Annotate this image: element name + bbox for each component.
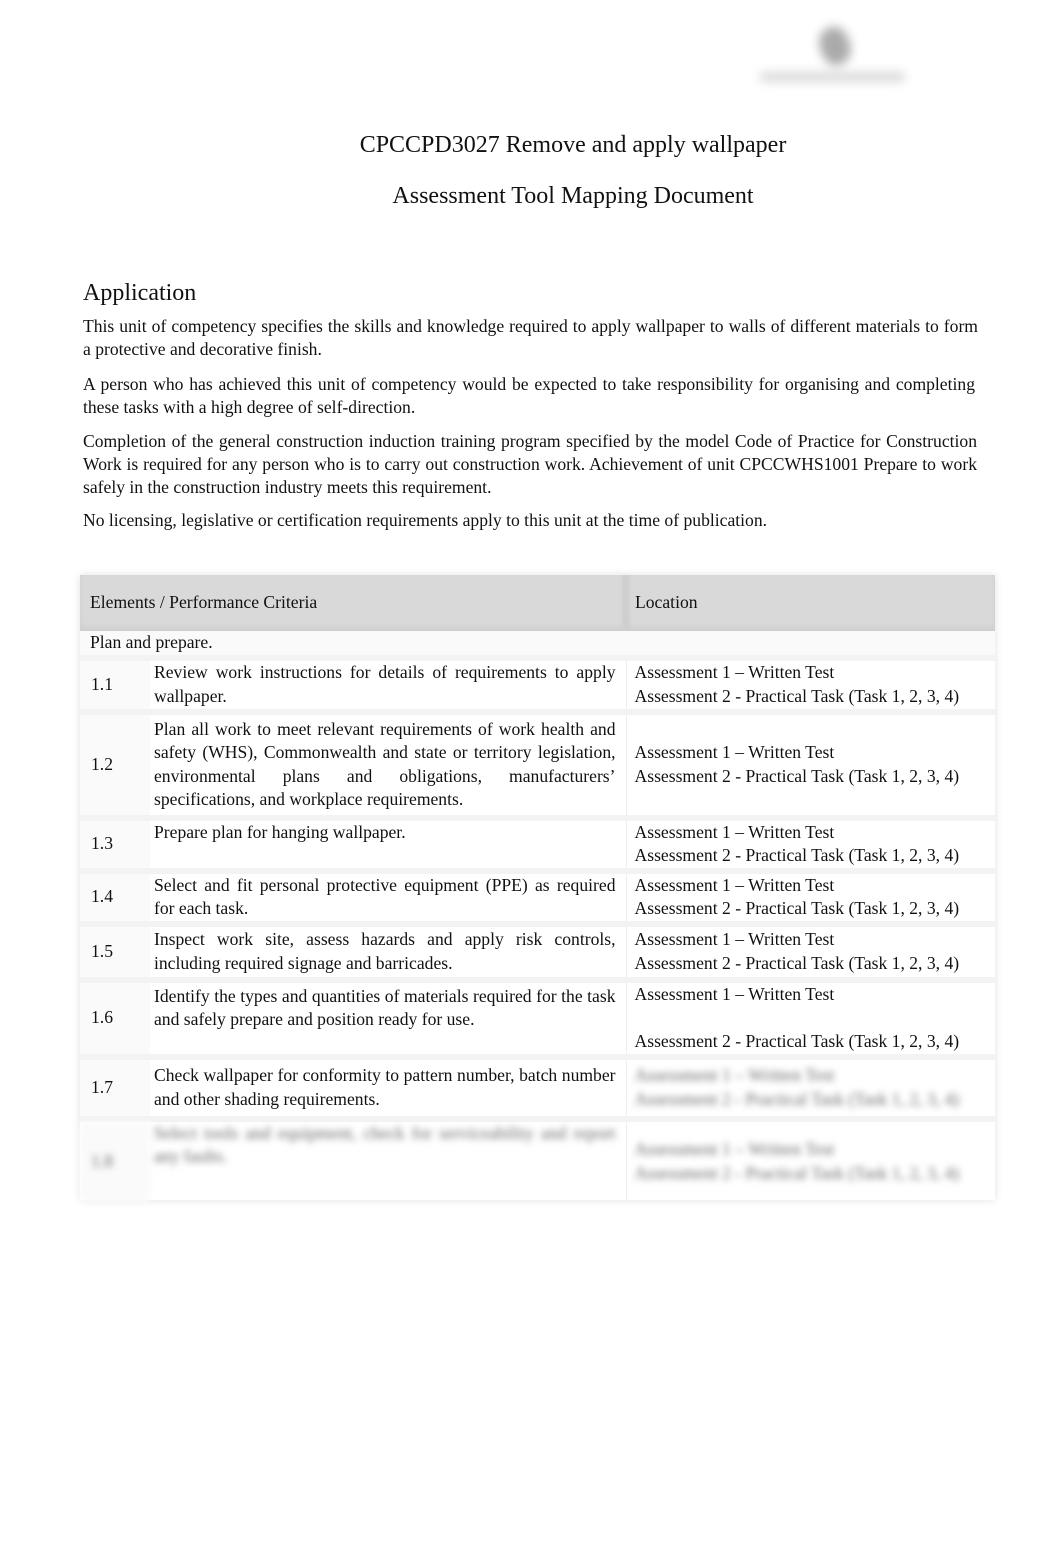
criteria-description: Check wallpaper for conformity to patter… bbox=[150, 1053, 627, 1119]
logo-mark bbox=[813, 22, 857, 70]
section-title: Plan and prepare. bbox=[80, 631, 996, 658]
location-practical-task: Assessment 2 - Practical Task (Task 1, 2… bbox=[634, 952, 960, 973]
header-elements-criteria: Elements / Performance Criteria bbox=[80, 575, 627, 631]
criteria-location: Assessment 1 – Written Test Assessment 2… bbox=[625, 814, 996, 871]
criteria-location: Assessment 1 – Written Test Assessment 2… bbox=[625, 708, 996, 818]
criteria-description: Plan all work to meet relevant requireme… bbox=[150, 708, 627, 818]
location-written-test: Assessment 1 – Written Test bbox=[634, 929, 835, 949]
criteria-number: 1.1 bbox=[80, 654, 150, 712]
application-paragraph: Completion of the general construction i… bbox=[83, 431, 977, 497]
header-location: Location bbox=[623, 575, 996, 631]
table-row: 1.1 Review work instructions for details… bbox=[80, 654, 996, 712]
table-row: 1.8 Select tools and equipment, check fo… bbox=[80, 1115, 996, 1202]
table-row: 1.3 Prepare plan for hanging wallpaper. … bbox=[80, 814, 996, 871]
table-row: 1.7 Check wallpaper for conformity to pa… bbox=[80, 1053, 996, 1119]
location-practical-task: Assessment 2 - Practical Task (Task 1, 2… bbox=[634, 898, 960, 918]
document-title: CPCCPD3027 Remove and apply wallpaper bbox=[359, 132, 787, 158]
application-paragraph: No licensing, legislative or certificati… bbox=[83, 510, 768, 530]
document-subtitle: Assessment Tool Mapping Document bbox=[392, 183, 754, 209]
table-row: 1.6 Identify the types and quantities of… bbox=[80, 976, 996, 1057]
organisation-logo-icon bbox=[755, 22, 910, 92]
criteria-number: 1.3 bbox=[80, 814, 150, 871]
application-paragraph: This unit of competency specifies the sk… bbox=[83, 316, 978, 359]
logo-wordmark bbox=[760, 72, 905, 82]
location-written-test: Assessment 1 – Written Test bbox=[634, 874, 835, 895]
application-heading: Application bbox=[83, 280, 197, 306]
criteria-number: 1.5 bbox=[80, 920, 150, 980]
criteria-number: 1.4 bbox=[80, 867, 150, 924]
criteria-location: Assessment 1 – Written Test Assessment 2… bbox=[625, 1115, 996, 1202]
table-row: 1.2 Plan all work to meet relevant requi… bbox=[80, 708, 996, 818]
table-row: 1.5 Inspect work site, assess hazards an… bbox=[80, 920, 996, 980]
criteria-number: 1.8 bbox=[80, 1115, 150, 1202]
location-written-test: Assessment 1 – Written Test bbox=[634, 662, 835, 682]
location-written-test: Assessment 1 – Written Test bbox=[634, 1065, 835, 1085]
table-row: 1.4 Select and fit personal protective e… bbox=[80, 867, 996, 924]
criteria-location: Assessment 1 – Written Test Assessment 2… bbox=[625, 654, 996, 712]
application-paragraph: A person who has achieved this unit of c… bbox=[83, 374, 975, 417]
location-practical-task: Assessment 2 - Practical Task (Task 1, 2… bbox=[634, 1088, 960, 1109]
criteria-number: 1.6 bbox=[80, 976, 150, 1057]
location-written-test: Assessment 1 – Written Test bbox=[634, 983, 835, 1004]
location-practical-task: Assessment 2 - Practical Task (Task 1, 2… bbox=[634, 765, 960, 786]
criteria-number: 1.2 bbox=[80, 708, 150, 818]
section-row: Plan and prepare. bbox=[80, 631, 996, 658]
location-practical-task: Assessment 2 - Practical Task (Task 1, 2… bbox=[634, 685, 960, 706]
location-written-test: Assessment 1 – Written Test bbox=[634, 821, 835, 842]
criteria-location: Assessment 1 – Written Test Assessment 2… bbox=[625, 920, 996, 980]
location-practical-task: Assessment 2 - Practical Task (Task 1, 2… bbox=[634, 1031, 960, 1051]
criteria-description: Select and fit personal protective equip… bbox=[150, 867, 627, 924]
criteria-description: Select tools and equipment, check for se… bbox=[150, 1115, 627, 1202]
criteria-number: 1.7 bbox=[80, 1053, 150, 1119]
criteria-location: Assessment 1 – Written Test Assessment 2… bbox=[625, 976, 996, 1057]
criteria-description: Review work instructions for details of … bbox=[150, 654, 627, 712]
location-practical-task: Assessment 2 - Practical Task (Task 1, 2… bbox=[634, 1162, 960, 1183]
criteria-description: Prepare plan for hanging wallpaper. bbox=[150, 814, 627, 871]
criteria-description: Identify the types and quantities of mat… bbox=[150, 976, 627, 1057]
criteria-location: Assessment 1 – Written Test Assessment 2… bbox=[625, 867, 996, 924]
criteria-description: Inspect work site, assess hazards and ap… bbox=[150, 920, 627, 980]
criteria-location: Assessment 1 – Written Test Assessment 2… bbox=[625, 1053, 996, 1119]
location-written-test: Assessment 1 – Written Test bbox=[634, 742, 835, 762]
location-practical-task: Assessment 2 - Practical Task (Task 1, 2… bbox=[634, 845, 960, 865]
mapping-table: Elements / Performance Criteria Location… bbox=[80, 575, 996, 1202]
table-header-row: Elements / Performance Criteria Location bbox=[80, 575, 996, 631]
location-written-test: Assessment 1 – Written Test bbox=[634, 1139, 835, 1159]
